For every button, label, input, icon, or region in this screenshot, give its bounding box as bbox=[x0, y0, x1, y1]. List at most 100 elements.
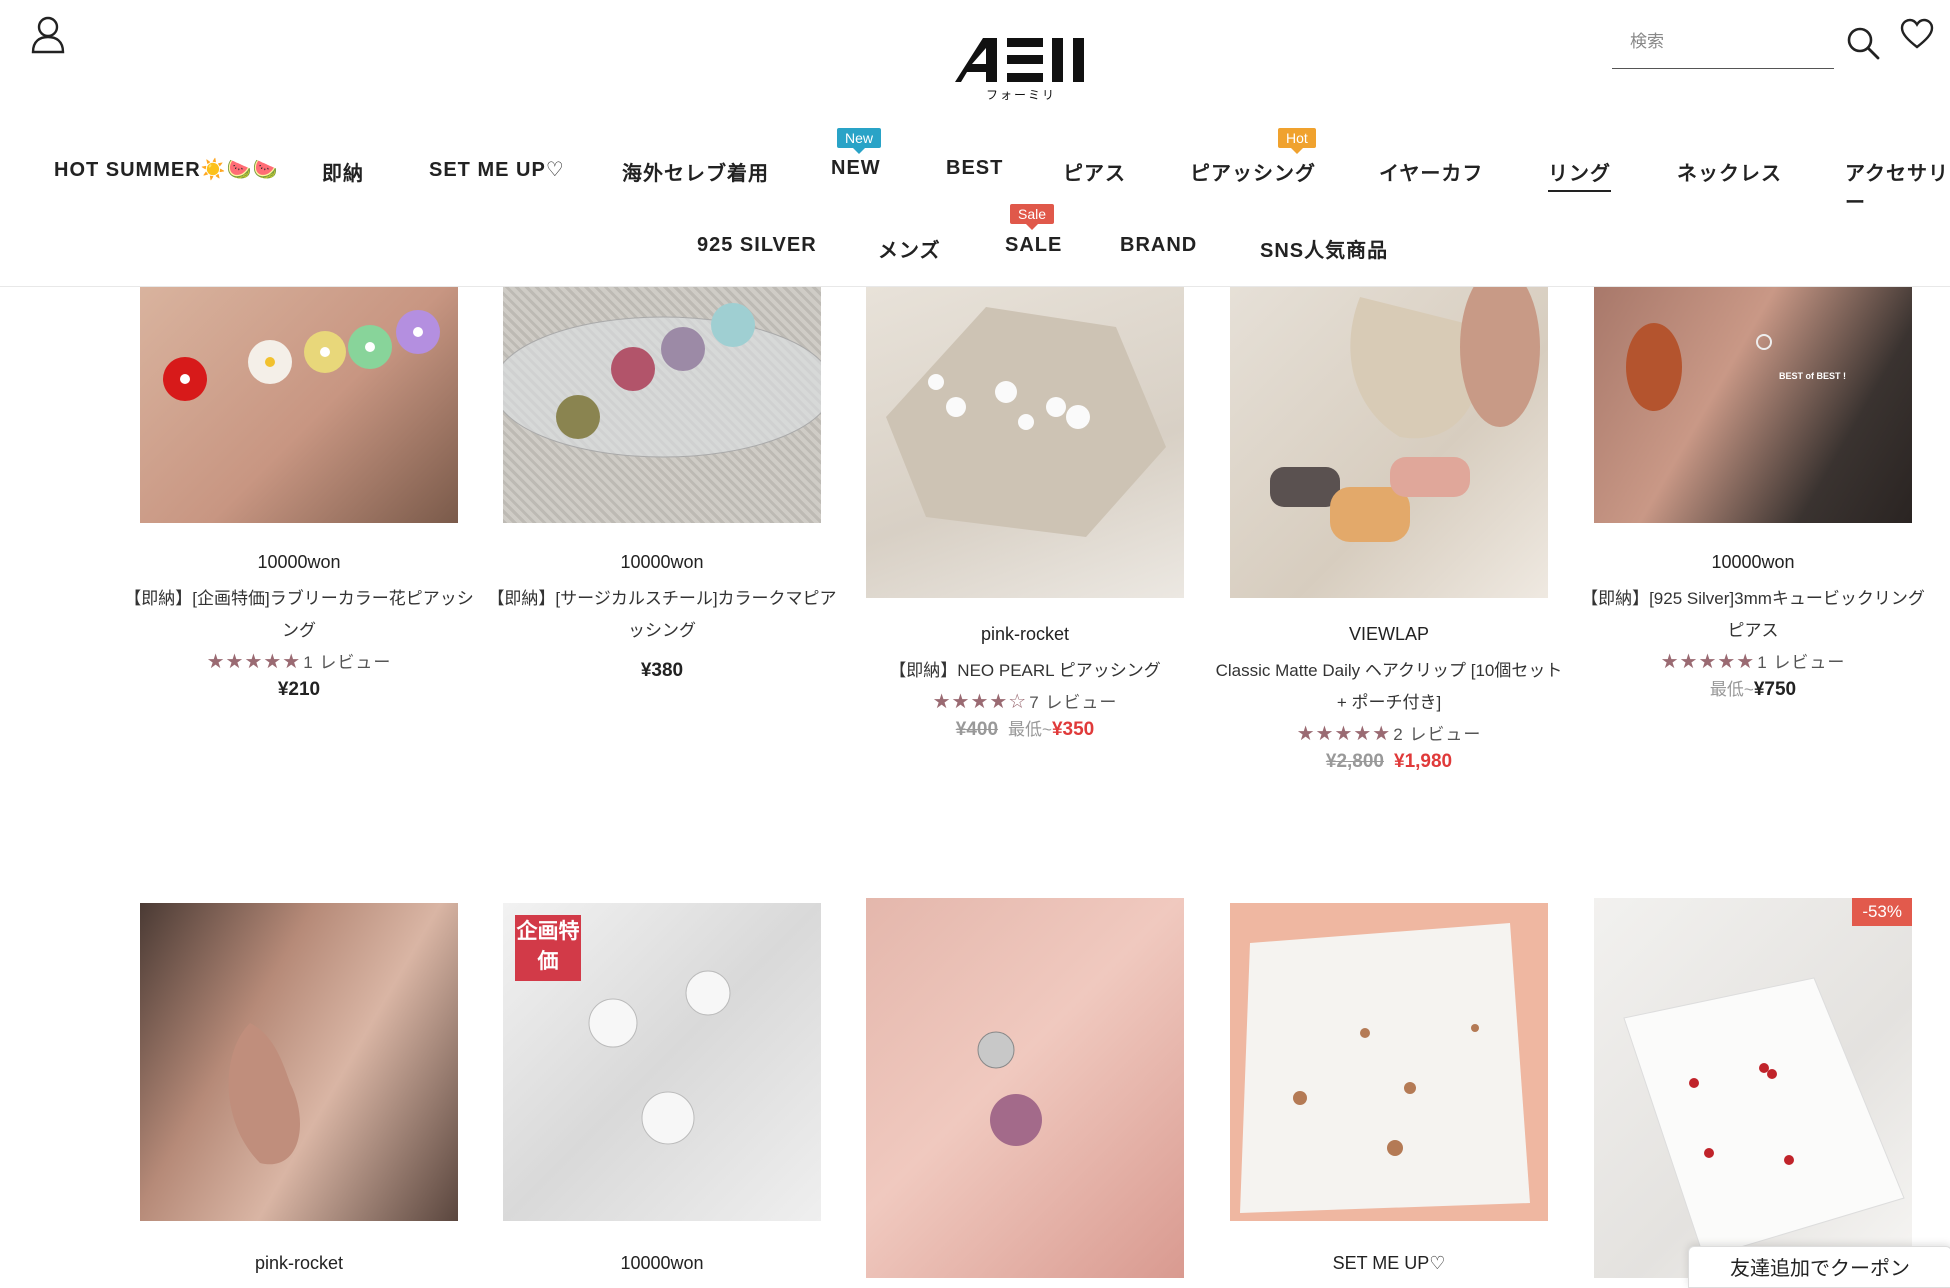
review-count: 1 レビュー bbox=[1757, 653, 1846, 672]
nav-set-me-up[interactable]: SET ME UP♡ bbox=[429, 157, 565, 182]
search-input[interactable] bbox=[1612, 22, 1848, 62]
nav-hot-summer[interactable]: HOT SUMMER☀️🍉🍉 bbox=[54, 157, 278, 182]
product-image[interactable] bbox=[866, 287, 1184, 598]
product-brand: SET ME UP♡ bbox=[1332, 1253, 1446, 1273]
logo-subtitle: フォーミリ bbox=[985, 88, 1056, 102]
original-price: ¥400 bbox=[955, 719, 999, 740]
nav-925-silver[interactable]: 925 SILVER bbox=[697, 234, 817, 257]
nav-label: イヤーカフ bbox=[1379, 163, 1484, 185]
pearl-decoration bbox=[886, 307, 1166, 537]
nav-sns-popular[interactable]: SNS人気商品 bbox=[1260, 234, 1388, 263]
nav-label: SNS人気商品 bbox=[1260, 240, 1389, 262]
nav-label: SET ME UP♡ bbox=[429, 159, 565, 181]
product-brand: VIEWLAP bbox=[1348, 624, 1430, 644]
rating-stars: ★★★★★ 1 レビュー bbox=[1660, 651, 1846, 673]
nav-label: ネックレス bbox=[1677, 163, 1782, 185]
nav-celeb[interactable]: 海外セレブ着用 bbox=[622, 157, 769, 186]
ear-decoration bbox=[228, 1023, 300, 1165]
user-account-icon[interactable] bbox=[30, 16, 74, 60]
nav-label: 即納 bbox=[322, 163, 364, 185]
nav-accessory[interactable]: アクセサリー bbox=[1845, 157, 1950, 215]
nav-new[interactable]: New NEW bbox=[831, 128, 882, 180]
rating-stars: ★★★★☆ 7 レビュー bbox=[932, 691, 1118, 713]
stud-decoration bbox=[977, 1031, 1015, 1069]
product-info: 10000won 【即納】[企画特価]ラブリーカラー花ピアッシング ★★★★★ 1… bbox=[120, 549, 478, 704]
review-count: 7 レビュー bbox=[1029, 693, 1118, 712]
nail-decoration bbox=[1626, 323, 1682, 411]
product-info: pink-rocket 【即納】NEO PEARL ピアッシング ★★★★☆ 7 … bbox=[846, 621, 1204, 744]
search-icon[interactable] bbox=[1846, 26, 1884, 64]
bear-decoration bbox=[503, 303, 821, 458]
nav-label: 925 SILVER bbox=[697, 234, 817, 256]
product-image[interactable]: 企画特価 bbox=[503, 903, 821, 1221]
product-info: pink-rocket bbox=[120, 1250, 478, 1276]
product-name[interactable]: Classic Matte Daily ヘアクリップ [10個セット + ポーチ… bbox=[1210, 655, 1568, 719]
product-info: 10000won bbox=[483, 1250, 841, 1276]
site-logo[interactable]: フォーミリ bbox=[950, 34, 1092, 106]
card-decoration bbox=[1623, 977, 1905, 1259]
product-image[interactable] bbox=[866, 898, 1184, 1278]
product-name[interactable]: 【即納】[925 Silver]3mmキュービックリングピアス bbox=[1574, 583, 1932, 647]
hot-badge: Hot bbox=[1278, 128, 1316, 154]
product-name[interactable]: 【即納】NEO PEARL ピアッシング bbox=[846, 655, 1204, 687]
product-price-line: ¥400 最低~¥350 bbox=[846, 716, 1204, 744]
product-price: ¥1,980 bbox=[1394, 751, 1453, 772]
product-price: ¥350 bbox=[1051, 719, 1095, 740]
product-price-line: ¥2,800 ¥1,980 bbox=[1210, 748, 1568, 776]
nav-ear-cuff[interactable]: イヤーカフ bbox=[1379, 157, 1483, 186]
nav-label: BEST bbox=[946, 157, 1004, 179]
product-name[interactable]: 【即納】[サージカルスチール]カラークマピアッシング bbox=[483, 583, 841, 647]
nav-label: HOT SUMMER☀️🍉🍉 bbox=[54, 159, 279, 181]
earring-decoration bbox=[1756, 334, 1772, 350]
product-image[interactable] bbox=[140, 903, 458, 1221]
nav-piercing[interactable]: Hot ピアッシング bbox=[1190, 128, 1316, 186]
line-coupon-button[interactable]: 友達追加でクーポン bbox=[1688, 1246, 1950, 1288]
sale-badge: Sale bbox=[1010, 204, 1055, 230]
image-overlay-text: BEST of BEST ! bbox=[1779, 371, 1846, 381]
nav-brand[interactable]: BRAND bbox=[1120, 234, 1197, 257]
search-box bbox=[1612, 22, 1848, 69]
product-image[interactable]: BEST of BEST ! bbox=[1594, 287, 1912, 523]
crystal-decoration bbox=[990, 1094, 1042, 1146]
product-price-line: 最低~¥750 bbox=[1574, 676, 1932, 704]
flower-decoration bbox=[163, 310, 440, 401]
min-price-label: 最低~ bbox=[1709, 680, 1754, 699]
rating-stars: ★★★★★ 1 レビュー bbox=[206, 651, 392, 673]
review-count: 1 レビュー bbox=[303, 653, 392, 672]
nav-ring[interactable]: リング bbox=[1548, 157, 1611, 192]
product-price: ¥210 bbox=[277, 679, 321, 700]
nav-sale[interactable]: Sale SALE bbox=[1005, 204, 1063, 257]
nav-label: 海外セレブ着用 bbox=[622, 163, 769, 185]
nav-label: ピアッシング bbox=[1190, 163, 1316, 185]
nav-label: メンズ bbox=[878, 240, 941, 262]
product-image[interactable]: -53% bbox=[1594, 898, 1912, 1278]
product-name[interactable]: 【即納】[企画特価]ラブリーカラー花ピアッシング bbox=[120, 583, 478, 647]
nav-label: BRAND bbox=[1120, 234, 1198, 256]
wishlist-heart-icon[interactable] bbox=[1900, 18, 1936, 52]
nav-label: アクセサリー bbox=[1845, 163, 1949, 214]
rating-stars: ★★★★★ 2 レビュー bbox=[1296, 723, 1482, 745]
product-brand: pink-rocket bbox=[980, 624, 1070, 644]
nav-label: ピアス bbox=[1063, 163, 1126, 185]
nav-label: NEW bbox=[831, 157, 881, 179]
product-price-line: ¥380 bbox=[483, 657, 841, 685]
nav-label: SALE bbox=[1005, 234, 1063, 256]
nav-pierce[interactable]: ピアス bbox=[1063, 157, 1126, 186]
product-brand: 10000won bbox=[620, 552, 704, 572]
nav-mens[interactable]: メンズ bbox=[878, 234, 941, 263]
product-brand: 10000won bbox=[1711, 552, 1795, 572]
product-info: VIEWLAP Classic Matte Daily ヘアクリップ [10個セ… bbox=[1210, 621, 1568, 776]
product-image[interactable] bbox=[1230, 287, 1548, 598]
nav-necklace[interactable]: ネックレス bbox=[1677, 157, 1782, 186]
product-brand: pink-rocket bbox=[254, 1253, 344, 1273]
product-price: ¥380 bbox=[640, 660, 684, 681]
nav-best[interactable]: BEST bbox=[946, 157, 1003, 180]
card-decoration bbox=[1240, 923, 1530, 1213]
product-image[interactable] bbox=[1230, 903, 1548, 1221]
product-image[interactable] bbox=[140, 287, 458, 523]
review-count: 2 レビュー bbox=[1393, 725, 1482, 744]
product-price: ¥750 bbox=[1753, 679, 1797, 700]
product-image[interactable] bbox=[503, 287, 821, 523]
nav-sokunou[interactable]: 即納 bbox=[322, 157, 364, 186]
heart-earring-decoration bbox=[588, 970, 731, 1145]
